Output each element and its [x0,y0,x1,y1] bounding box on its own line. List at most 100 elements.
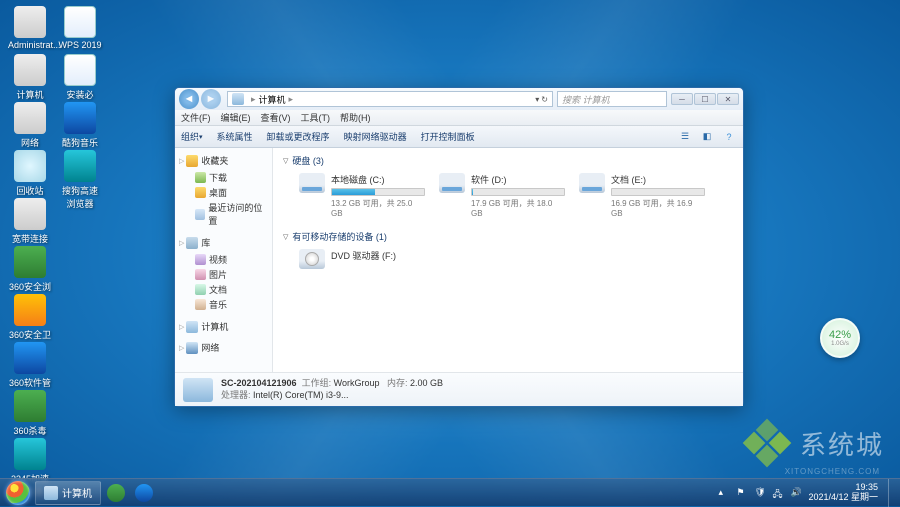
drive-item[interactable]: DVD 驱动器 (F:) [297,247,427,271]
desktop-icon[interactable]: 360杀毒 [8,390,52,437]
desktop-icon[interactable]: 计算机 [8,54,52,101]
system-tray: ▴ ⚑ 🛡 🖧 🔊 19:35 2021/4/12 星期一 [718,479,898,507]
tray-expand-icon[interactable]: ▴ [718,487,730,499]
explorer-window: ◄ ► ▸ 计算机 ▸ ▾↻ 搜索 计算机 ─ ☐ ✕ 文件(F) 编辑(E) 查看… [174,87,744,407]
pc-name: SC-202104121906 [221,378,297,388]
drive-name: 文档 (E:) [611,173,705,186]
drive-name: DVD 驱动器 (F:) [331,249,425,262]
view-mode-icon[interactable]: ☰ [677,129,693,145]
e-browser-icon [107,484,125,502]
menu-item[interactable]: 工具(T) [301,111,331,124]
organize-button[interactable]: 组织 [181,130,203,143]
desktop-icon[interactable]: WPS 2019 [58,6,102,50]
nav-libraries-label: 库 [201,236,210,249]
desktop-icon[interactable]: Administrat... [8,6,52,50]
workgroup-value: WorkGroup [334,378,380,388]
nav-network[interactable]: 网络 [179,341,268,354]
tray-clock[interactable]: 19:35 2021/4/12 星期一 [808,483,878,503]
breadcrumb-root[interactable]: 计算机 [259,93,286,106]
nav-libraries[interactable]: 库 [179,236,268,249]
menu-item[interactable]: 查看(V) [261,111,291,124]
icon-label: 搜狗高速浏览器 [58,184,102,210]
desktop-icon[interactable]: 回收站 [8,150,52,197]
app-icon [14,198,46,230]
maximize-button[interactable]: ☐ [694,93,716,105]
nav-forward-button[interactable]: ► [201,89,221,109]
nav-favorites[interactable]: 收藏夹 [179,154,268,167]
section-hdd-label: 硬盘 (3) [292,154,324,167]
nav-item[interactable]: 音乐 [179,297,268,312]
gadget-sub: 1.0G/s [831,341,849,347]
section-hdd[interactable]: 硬盘 (3) [283,154,733,167]
drive-item[interactable]: 软件 (D:) 17.9 GB 可用，共 18.0 GB [437,171,567,220]
map-drive-button[interactable]: 映射网络驱动器 [344,130,407,143]
taskbar: 计算机 ▴ ⚑ 🛡 🖧 🔊 19:35 2021/4/12 星期一 [0,478,900,506]
folder-icon [195,172,206,183]
tray-network-icon[interactable]: 🖧 [772,487,784,499]
nav-pane: 收藏夹 下载桌面最近访问的位置 库 视频图片文档音乐 计算机 网络 [175,148,273,372]
addr-dropdown-icon[interactable]: ▾ [535,95,539,104]
menu-item[interactable]: 文件(F) [181,111,211,124]
nav-network-label: 网络 [201,341,219,354]
breadcrumb-sep: ▸ [289,94,294,105]
workgroup-label: 工作组: [302,378,332,388]
close-button[interactable]: ✕ [717,93,739,105]
hdd-icon [299,173,325,193]
cpu-gadget[interactable]: 42% 1.0G/s [820,318,860,358]
app-icon [64,6,96,38]
app-icon [14,438,46,470]
addr-refresh-icon[interactable]: ↻ [541,95,548,104]
address-bar[interactable]: ▸ 计算机 ▸ ▾↻ [227,91,553,107]
nav-item[interactable]: 图片 [179,267,268,282]
help-icon[interactable]: ? [721,129,737,145]
nav-item[interactable]: 下载 [179,170,268,185]
show-desktop-button[interactable] [888,479,896,507]
start-button[interactable] [2,480,34,506]
tray-volume-icon[interactable]: 🔊 [790,487,802,499]
desktop-icon[interactable]: 宽带连接 [8,198,52,245]
cpu-label: 处理器: [221,390,251,400]
breadcrumb-sep: ▸ [251,94,256,105]
windows-orb-icon [6,481,30,505]
task-explorer[interactable]: 计算机 [35,481,101,505]
desktop-icon[interactable]: 搜狗高速浏览器 [58,150,102,210]
search-input[interactable]: 搜索 计算机 [557,91,667,107]
folder-icon [195,299,206,310]
task-pin-browser[interactable] [103,481,129,505]
nav-item[interactable]: 视频 [179,252,268,267]
menu-item[interactable]: 帮助(H) [340,111,371,124]
task-explorer-label: 计算机 [62,485,92,500]
nav-item[interactable]: 最近访问的位置 [179,200,268,228]
icon-label: 360杀毒 [8,424,52,437]
uninstall-button[interactable]: 卸载或更改程序 [267,130,330,143]
watermark: 系统城 [742,418,884,468]
desktop-icon[interactable]: 酷狗音乐 [58,102,102,149]
nav-favorites-label: 收藏夹 [201,154,228,167]
nav-item-label: 下载 [209,171,227,184]
drive-name: 本地磁盘 (C:) [331,173,425,186]
drive-item[interactable]: 文档 (E:) 16.9 GB 可用，共 16.9 GB [577,171,707,220]
nav-computer[interactable]: 计算机 [179,320,268,333]
folder-icon [195,284,206,295]
icon-label: 计算机 [8,88,52,101]
task-pin-kugou[interactable] [131,481,157,505]
preview-pane-icon[interactable]: ◧ [699,129,715,145]
menu-item[interactable]: 编辑(E) [221,111,251,124]
properties-button[interactable]: 系统属性 [217,130,253,143]
nav-item[interactable]: 桌面 [179,185,268,200]
control-panel-button[interactable]: 打开控制面板 [421,130,475,143]
nav-item[interactable]: 文档 [179,282,268,297]
computer-icon [232,93,244,105]
folder-icon [195,254,206,265]
nav-back-button[interactable]: ◄ [179,89,199,109]
tray-flag-icon[interactable]: ⚑ [736,487,748,499]
app-icon [14,150,46,182]
desktop-icon[interactable]: 网络 [8,102,52,149]
minimize-button[interactable]: ─ [671,93,693,105]
icon-label: Administrat... [8,40,52,50]
tray-shield-icon[interactable]: 🛡 [754,487,766,499]
folder-icon [195,269,206,280]
section-removable[interactable]: 有可移动存储的设备 (1) [283,230,733,243]
drive-item[interactable]: 本地磁盘 (C:) 13.2 GB 可用，共 25.0 GB [297,171,427,220]
capacity-bar [611,188,705,196]
